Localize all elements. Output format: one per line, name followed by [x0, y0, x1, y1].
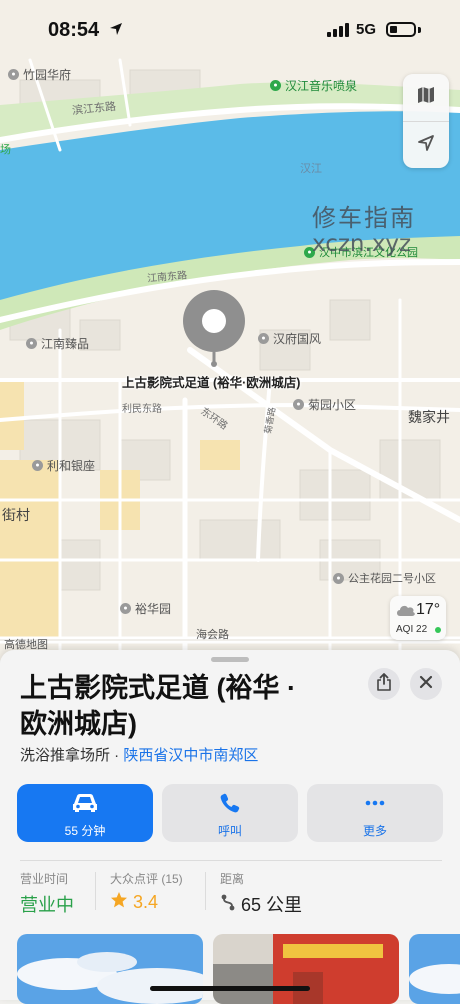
- home-indicator[interactable]: [150, 986, 310, 991]
- area-label: 街村: [2, 507, 30, 523]
- poi-dot-icon: ●: [333, 572, 344, 584]
- poi-marker[interactable]: ● 竹园华府: [8, 66, 71, 83]
- distance-info[interactable]: 距离 65 公里: [220, 870, 302, 917]
- rating-info[interactable]: 大众点评 (15) 3.4: [110, 870, 183, 914]
- distance-value: 65 公里: [241, 895, 303, 915]
- photo-gallery[interactable]: [17, 934, 460, 1004]
- map-controls: [403, 74, 449, 168]
- aqi-value: AQI 22: [396, 624, 428, 635]
- aqi-status-dot: [435, 627, 441, 633]
- area-label: 场: [0, 144, 11, 156]
- hours-value: 营业中: [20, 895, 74, 915]
- hours-label: 营业时间: [20, 872, 69, 886]
- pin-label: 上古影院式足道 (裕华·欧洲城店): [122, 376, 301, 390]
- poi-marker[interactable]: ● 江南臻品: [26, 335, 89, 352]
- place-location-link[interactable]: 陕西省汉中市南郑区: [123, 747, 258, 764]
- divider: [95, 872, 96, 910]
- temperature: 17°: [416, 601, 441, 618]
- place-card: 上古影院式足道 (裕华 · 欧洲城店) 洗浴推拿场所 · 陕西省汉中市南郑区 5…: [0, 650, 460, 1004]
- poi-marker[interactable]: ● 汉府国风: [258, 330, 321, 347]
- road-label: 海会路: [196, 629, 229, 641]
- poi-marker[interactable]: ● 公主花园二号小区: [333, 570, 436, 586]
- directions-button[interactable]: 55 分钟: [17, 784, 153, 842]
- area-label: 魏家井: [408, 409, 450, 425]
- poi-dot-icon: ●: [32, 460, 43, 471]
- battery-tip: [418, 27, 421, 33]
- map-mode-button[interactable]: [403, 74, 449, 120]
- share-icon: [376, 672, 392, 696]
- map-icon: [416, 85, 436, 110]
- poi-marker[interactable]: ● 裕华园: [120, 600, 171, 617]
- close-icon: [419, 675, 433, 694]
- more-icon: [307, 792, 443, 816]
- cellular-signal-icon: [327, 23, 349, 42]
- battery-icon: [386, 22, 416, 37]
- sheet-grabber[interactable]: [211, 657, 249, 662]
- place-title: 上古影院式足道 (裕华 · 欧洲城店): [20, 673, 296, 739]
- distance-label: 距离: [220, 872, 245, 886]
- rating-value: 3.4: [133, 892, 159, 912]
- status-time: 08:54: [48, 19, 100, 41]
- place-subtitle: 洗浴推拿场所 · 陕西省汉中市南郑区: [20, 744, 258, 765]
- poi-marker[interactable]: ● 利和银座: [32, 457, 95, 474]
- separator: ·: [110, 747, 124, 764]
- cloud-icon: [395, 603, 417, 622]
- hours-info[interactable]: 营业时间 营业中: [20, 870, 74, 917]
- poi-dot-icon: ●: [26, 338, 37, 349]
- divider: [205, 872, 206, 910]
- photo-thumbnail[interactable]: [17, 934, 203, 1004]
- action-buttons: 55 分钟 呼叫 更多: [17, 784, 443, 842]
- route-icon: [220, 893, 236, 916]
- map-view[interactable]: 滨江东路 江南东路 利民东路 东环路 海会路 菊香路 汉江 ● 竹园华府 ● 汉江音…: [0, 0, 460, 660]
- river-label: 汉江: [300, 163, 322, 175]
- locate-me-button[interactable]: [403, 122, 449, 168]
- network-type: 5G: [356, 21, 377, 38]
- phone-icon: [162, 792, 298, 816]
- place-category: 洗浴推拿场所: [20, 747, 111, 764]
- poi-dot-icon: ●: [258, 333, 269, 344]
- status-bar: 08:54 5G: [0, 0, 460, 62]
- more-button[interactable]: 更多: [307, 784, 443, 842]
- poi-marker[interactable]: ● 汉江音乐喷泉: [270, 77, 357, 94]
- poi-dot-icon: ●: [8, 69, 19, 80]
- divider: [20, 860, 442, 861]
- watermark: 修车指南 xczn.xyz: [312, 205, 416, 257]
- road-label: 利民东路: [122, 404, 162, 415]
- car-icon: [17, 792, 153, 816]
- share-button[interactable]: [368, 668, 400, 700]
- rating-label: 大众点评 (15): [110, 872, 183, 886]
- close-button[interactable]: [410, 668, 442, 700]
- poi-dot-icon: ●: [120, 603, 131, 614]
- photo-thumbnail[interactable]: [409, 934, 460, 1004]
- location-arrow-icon: [416, 133, 436, 158]
- poi-marker[interactable]: ● 菊园小区: [293, 396, 356, 413]
- location-pin-icon[interactable]: [182, 290, 246, 367]
- star-icon: [110, 891, 128, 914]
- call-button[interactable]: 呼叫: [162, 784, 298, 842]
- photo-thumbnail[interactable]: [213, 934, 399, 1004]
- poi-dot-icon: ●: [270, 80, 281, 91]
- poi-dot-icon: ●: [293, 399, 304, 410]
- location-services-icon: [109, 22, 123, 41]
- weather-widget[interactable]: 17° AQI 22: [390, 596, 446, 640]
